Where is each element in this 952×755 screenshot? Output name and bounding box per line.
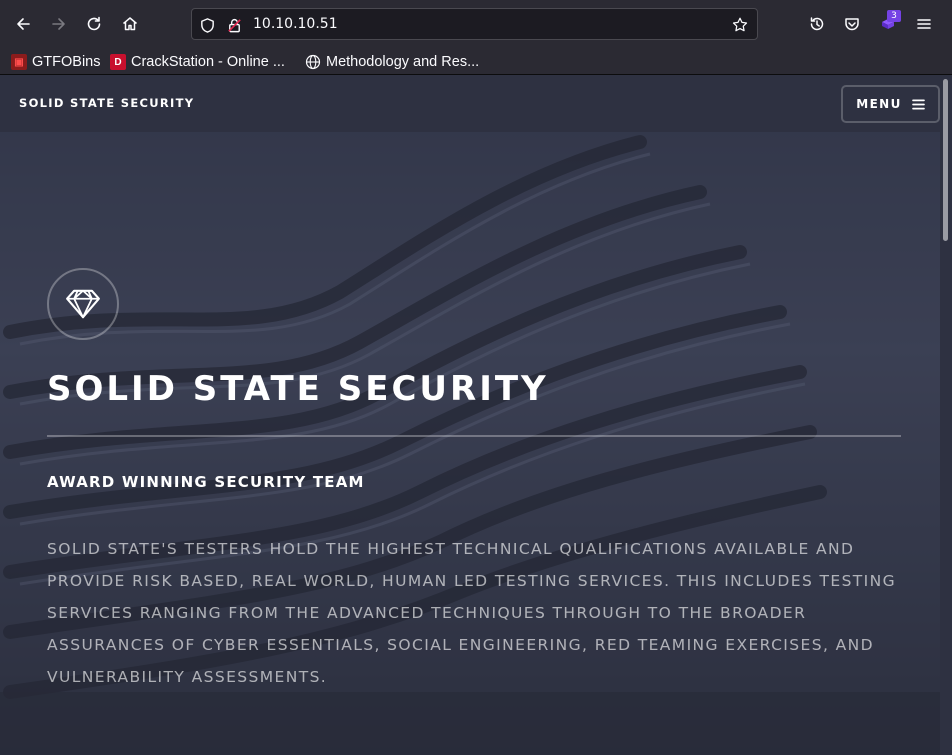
home-icon[interactable]: [114, 8, 146, 40]
bookmark-methodology[interactable]: Methodology and Res...: [305, 52, 479, 72]
history-icon[interactable]: [801, 8, 833, 40]
hamburger-menu-icon[interactable]: [908, 8, 940, 40]
bookmark-crackstation[interactable]: D CrackStation - Online ...: [110, 52, 285, 72]
bookmark-label: GTFOBins: [32, 54, 101, 70]
banner-title: SOLID STATE SECURITY: [47, 369, 549, 409]
bookmark-label: Methodology and Res...: [326, 54, 480, 70]
forward-icon[interactable]: [43, 8, 75, 40]
diamond-logo: [47, 268, 119, 340]
gtfobins-icon: ▣: [11, 54, 27, 70]
page-scrollbar[interactable]: [940, 75, 952, 755]
reload-icon[interactable]: [78, 8, 110, 40]
menu-label: MENU: [856, 97, 902, 111]
bookmark-label: CrackStation - Online ...: [131, 54, 285, 70]
globe-icon: [305, 54, 321, 70]
insecure-lock-icon[interactable]: [225, 16, 243, 34]
url-text[interactable]: 10.10.10.51: [253, 16, 338, 32]
shield-icon[interactable]: [198, 16, 216, 34]
menu-button[interactable]: MENU: [841, 85, 940, 123]
site-title-link[interactable]: SOLID STATE SECURITY: [19, 96, 194, 110]
banner-subtitle: AWARD WINNING SECURITY TEAM: [47, 473, 365, 491]
site-header: SOLID STATE SECURITY MENU: [0, 75, 940, 132]
back-icon[interactable]: [7, 8, 39, 40]
scrollbar-thumb[interactable]: [943, 79, 948, 241]
banner-divider: [47, 435, 901, 437]
bookmark-star-icon[interactable]: [730, 15, 750, 35]
pocket-icon[interactable]: [836, 8, 868, 40]
bookmarks-bar: ▣ GTFOBins D CrackStation - Online ... M…: [0, 48, 952, 75]
browser-toolbar: 10.10.10.51 3: [0, 0, 952, 48]
address-bar[interactable]: 10.10.10.51: [191, 8, 758, 40]
banner-description: Solid State's testers hold the highest t…: [47, 540, 897, 686]
crackstation-icon: D: [110, 54, 126, 70]
bookmark-gtfobins[interactable]: ▣ GTFOBins: [11, 52, 100, 72]
diamond-icon: [66, 289, 100, 319]
page-viewport: SOLID STATE SECURITY MENU SOLID STATE SE…: [0, 75, 952, 755]
extension-badge: 3: [887, 10, 901, 22]
menu-bars-icon: [911, 99, 925, 109]
